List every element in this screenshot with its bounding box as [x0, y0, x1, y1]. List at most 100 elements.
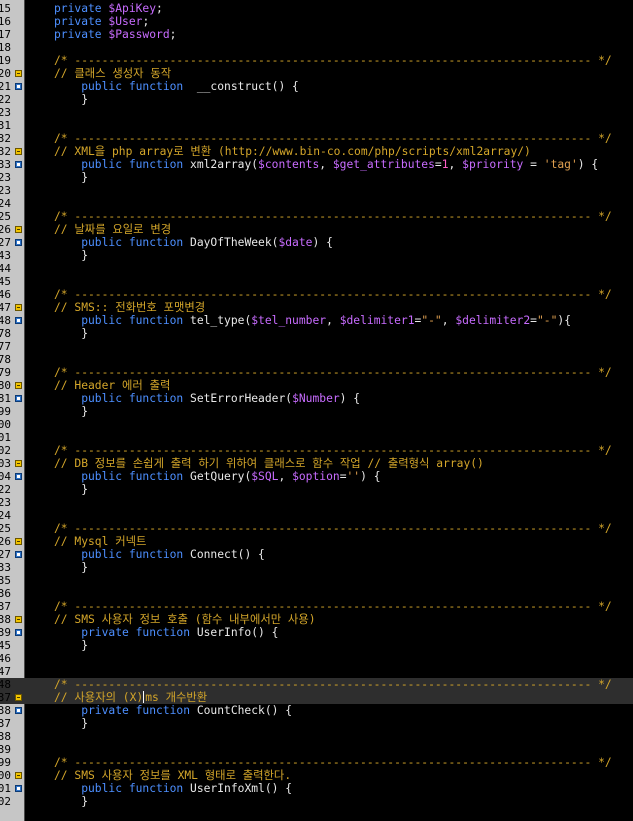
code-text[interactable]: public function tel_type($tel_number, $d… [54, 314, 571, 327]
fold-marker-icon[interactable] [15, 148, 22, 155]
fold-marker-icon[interactable] [15, 382, 22, 389]
code-line[interactable]: 15 private $ApiKey; [0, 2, 633, 15]
code-line[interactable]: 27 public function DayOfTheWeek($date) { [0, 236, 633, 249]
code-text[interactable]: /* -------------------------------------… [54, 756, 612, 769]
code-text[interactable]: public function GetQuery($SQL, $option='… [54, 470, 380, 483]
fold-marker-icon[interactable] [15, 70, 22, 77]
code-editor[interactable]: 15 private $ApiKey; 16 private $User; 17 priv… [0, 0, 633, 821]
code-text[interactable]: public function xml2array($contents, $ge… [54, 158, 598, 171]
member-marker-icon[interactable] [15, 395, 22, 402]
code-text[interactable]: /* -------------------------------------… [54, 444, 612, 457]
code-line[interactable]: 32 // XML을 php array로 변환 (http://www.bin-… [0, 145, 633, 158]
code-text[interactable]: // XML을 php array로 변환 (http://www.bin-co… [54, 145, 531, 158]
code-line[interactable]: 37 /* -----------------------------------… [0, 600, 633, 613]
code-line[interactable]: 01 [0, 431, 633, 444]
code-text[interactable]: } [54, 561, 88, 574]
code-text[interactable]: // 사용자의 (X) ms 개수반환 [54, 691, 207, 704]
fold-marker-icon[interactable] [15, 226, 22, 233]
code-line[interactable]: 46 [0, 652, 633, 665]
code-line[interactable]: 23 } [0, 171, 633, 184]
code-line[interactable]: 99 /* -----------------------------------… [0, 756, 633, 769]
code-text[interactable]: /* -------------------------------------… [54, 600, 612, 613]
code-line[interactable]: 16 private $User; [0, 15, 633, 28]
member-marker-icon[interactable] [15, 317, 22, 324]
code-text[interactable]: public function __construct() { [54, 80, 299, 93]
code-line[interactable]: 79 /* -----------------------------------… [0, 366, 633, 379]
code-line[interactable]: 24 [0, 197, 633, 210]
code-line[interactable]: 04 public function GetQuery($SQL, $optio… [0, 470, 633, 483]
code-text[interactable]: } [54, 717, 88, 730]
code-line[interactable]: 20 // 클래스 생성자 동작 [0, 67, 633, 80]
fold-marker-icon[interactable] [15, 616, 22, 623]
code-line[interactable]: 80 // Header 에러 출력 [0, 379, 633, 392]
member-marker-icon[interactable] [15, 239, 22, 246]
code-line[interactable]: 81 public function SetErrorHeader($Numbe… [0, 392, 633, 405]
code-text[interactable]: /* -------------------------------------… [54, 288, 612, 301]
code-text[interactable]: // SMS 사용자 정보를 XML 형태로 출력한다. [54, 769, 291, 782]
code-line[interactable]: 37 } [0, 717, 633, 730]
fold-marker-icon[interactable] [15, 772, 22, 779]
code-line[interactable]: 03 // DB 정보를 손쉽게 출력 하기 위하여 클래스로 함수 작업 // … [0, 457, 633, 470]
fold-marker-icon[interactable] [15, 304, 22, 311]
code-line[interactable]: 46 /* -----------------------------------… [0, 288, 633, 301]
code-line[interactable]: 45 } [0, 639, 633, 652]
code-line[interactable]: 02 } [0, 795, 633, 808]
code-text[interactable]: // 클래스 생성자 동작 [54, 67, 171, 80]
code-line[interactable]: 38 // SMS 사용자 정보 호출 (함수 내부에서만 사용) [0, 613, 633, 626]
code-text[interactable]: } [54, 639, 88, 652]
code-text[interactable]: private $User; [54, 15, 149, 28]
code-line[interactable]: 31 [0, 119, 633, 132]
code-text[interactable]: } [54, 171, 88, 184]
code-text[interactable]: /* -------------------------------------… [54, 366, 612, 379]
code-line[interactable]: 25 /* -----------------------------------… [0, 522, 633, 535]
code-text[interactable]: } [54, 249, 88, 262]
code-line[interactable]: 48 /* -----------------------------------… [0, 678, 633, 691]
member-marker-icon[interactable] [15, 473, 22, 480]
code-text[interactable]: // 날짜를 요일로 변경 [54, 223, 171, 236]
member-marker-icon[interactable] [15, 785, 22, 792]
code-text[interactable]: private function CountCheck() { [54, 704, 292, 717]
code-line[interactable]: 21 public function __construct() { [0, 80, 633, 93]
code-text[interactable]: // SMS:: 전화번호 포맷변경 [54, 301, 205, 314]
code-line[interactable]: 45 [0, 275, 633, 288]
code-text[interactable]: public function UserInfoXml() { [54, 782, 292, 795]
code-text[interactable]: public function SetErrorHeader($Number) … [54, 392, 360, 405]
code-text[interactable]: } [54, 405, 88, 418]
code-line[interactable]: 17 private $Password; [0, 28, 633, 41]
code-text[interactable]: // Header 에러 출력 [54, 379, 170, 392]
code-line[interactable]: 44 [0, 262, 633, 275]
code-text[interactable]: } [54, 795, 88, 808]
code-text[interactable]: /* -------------------------------------… [54, 522, 612, 535]
code-line[interactable]: 38 private function CountCheck() { [0, 704, 633, 717]
member-marker-icon[interactable] [15, 551, 22, 558]
code-line[interactable]: 39 private function UserInfo() { [0, 626, 633, 639]
code-line[interactable]: 23 [0, 106, 633, 119]
code-line[interactable]: 22 } [0, 483, 633, 496]
code-line[interactable]: 43 } [0, 249, 633, 262]
code-text[interactable]: // SMS 사용자 정보 호출 (함수 내부에서만 사용) [54, 613, 316, 626]
code-line[interactable]: 48 public function tel_type($tel_number,… [0, 314, 633, 327]
code-text[interactable]: public function DayOfTheWeek($date) { [54, 236, 333, 249]
code-text[interactable]: // DB 정보를 손쉽게 출력 하기 위하여 클래스로 함수 작업 // 출력… [54, 457, 484, 470]
fold-marker-icon[interactable] [15, 538, 22, 545]
code-line[interactable]: 38 [0, 730, 633, 743]
code-line[interactable]: 02 /* -----------------------------------… [0, 444, 633, 457]
code-line[interactable]: 19 /* -----------------------------------… [0, 54, 633, 67]
code-line[interactable]: 47 // SMS:: 전화번호 포맷변경 [0, 301, 633, 314]
code-text[interactable]: /* -------------------------------------… [54, 54, 612, 67]
code-line[interactable]: 01 public function UserInfoXml() { [0, 782, 633, 795]
code-line[interactable]: 18 [0, 41, 633, 54]
code-line[interactable]: 24 [0, 509, 633, 522]
code-text[interactable]: } [54, 327, 88, 340]
member-marker-icon[interactable] [15, 629, 22, 636]
code-line[interactable]: 77 [0, 340, 633, 353]
code-text[interactable]: private $ApiKey; [54, 2, 163, 15]
member-marker-icon[interactable] [15, 707, 22, 714]
code-line[interactable]: 33 public function xml2array($contents, … [0, 158, 633, 171]
code-line[interactable]: 25 /* -----------------------------------… [0, 210, 633, 223]
code-line[interactable]: 78 [0, 353, 633, 366]
code-text[interactable]: // Mysql 커넥트 [54, 535, 146, 548]
code-line[interactable]: 47 [0, 665, 633, 678]
code-text[interactable]: } [54, 483, 88, 496]
code-line[interactable]: 23 [0, 496, 633, 509]
